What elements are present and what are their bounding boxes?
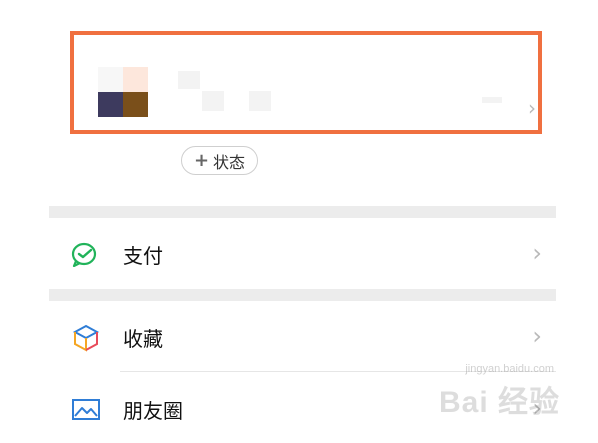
chevron-right-icon: › bbox=[532, 239, 542, 267]
add-status-label: 状态 bbox=[213, 152, 246, 172]
chevron-right-icon: › bbox=[528, 96, 536, 120]
plus-icon: + bbox=[193, 150, 210, 171]
menu-item-favorites[interactable]: 收藏 › bbox=[49, 307, 556, 367]
menu-item-label: 收藏 bbox=[123, 327, 163, 351]
avatar[interactable] bbox=[98, 67, 150, 119]
blurred-nickname bbox=[178, 71, 200, 89]
chevron-right-icon: › bbox=[532, 322, 542, 350]
baidu-watermark-logo: Bai 经验 bbox=[438, 386, 560, 419]
menu-item-pay[interactable]: 支付 › bbox=[49, 224, 556, 284]
favorites-cube-icon bbox=[71, 324, 101, 352]
profile-header-highlight[interactable]: › bbox=[70, 31, 542, 134]
add-status-button[interactable]: + 状态 bbox=[181, 146, 258, 175]
menu-item-label: 朋友圈 bbox=[123, 399, 183, 423]
section-separator bbox=[49, 206, 556, 218]
watermark-url: jingyan.baidu.com bbox=[465, 363, 554, 375]
section-separator bbox=[49, 289, 556, 301]
wechat-pay-icon bbox=[71, 241, 101, 268]
blurred-id-extra bbox=[249, 91, 271, 111]
blurred-id bbox=[202, 91, 224, 111]
menu-item-label: 支付 bbox=[123, 244, 163, 268]
moments-picture-icon bbox=[71, 396, 101, 422]
blurred-qr-area bbox=[482, 97, 502, 103]
